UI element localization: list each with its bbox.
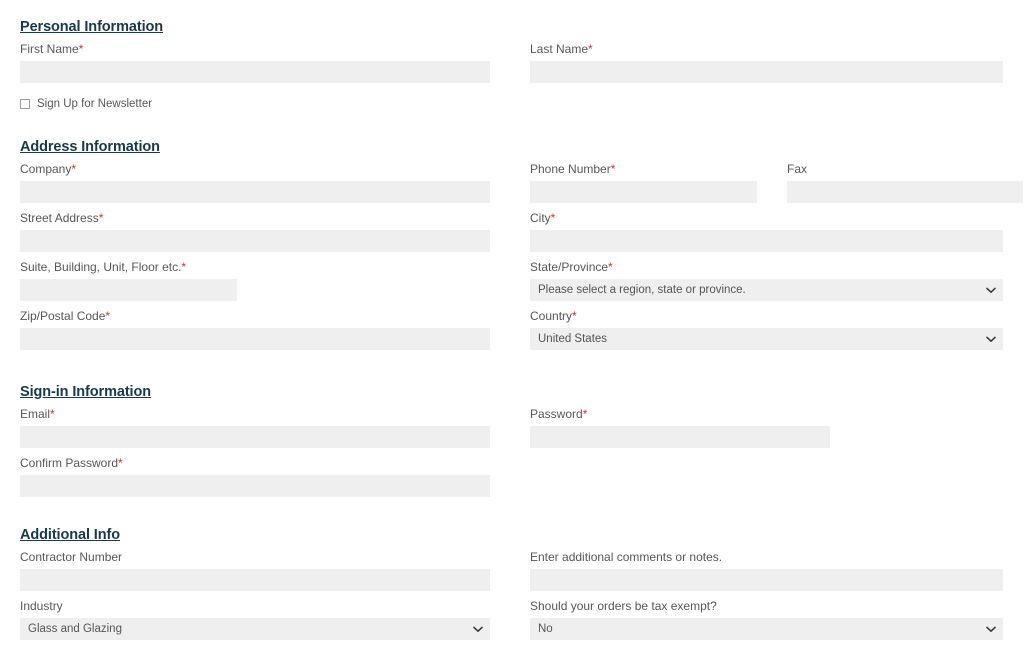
field-fax: Fax xyxy=(787,162,1023,203)
country-select[interactable]: United States xyxy=(530,328,1003,350)
checkbox-icon[interactable] xyxy=(20,99,30,109)
label-suite: Suite, Building, Unit, Floor etc.* xyxy=(20,260,490,275)
field-zip-postal-code: Zip/Postal Code* xyxy=(20,309,490,350)
state-province-select-wrap[interactable]: Please select a region, state or provinc… xyxy=(530,279,1003,301)
tax-exempt-select[interactable]: No xyxy=(530,618,1003,640)
label-city-text: City xyxy=(530,211,551,225)
registration-form: Personal Information First Name* Last Na… xyxy=(0,0,1024,658)
label-confirm-password-text: Confirm Password xyxy=(20,456,119,470)
field-company: Company* xyxy=(20,162,490,203)
comments-input[interactable] xyxy=(530,569,1003,591)
fax-input[interactable] xyxy=(787,181,1023,203)
label-company: Company* xyxy=(20,162,490,177)
required-marker: * xyxy=(71,162,77,176)
contractor-number-input[interactable] xyxy=(20,569,490,591)
section-heading-address-information: Address Information xyxy=(20,139,160,155)
confirm-password-input[interactable] xyxy=(20,475,490,497)
field-last-name: Last Name* xyxy=(530,42,1003,83)
label-country-text: Country xyxy=(530,309,573,323)
field-comments: Enter additional comments or notes. xyxy=(530,550,1003,591)
street-address-input[interactable] xyxy=(20,230,490,252)
required-marker: * xyxy=(98,211,104,225)
email-input[interactable] xyxy=(20,426,490,448)
field-first-name: First Name* xyxy=(20,42,490,83)
field-email: Email* xyxy=(20,407,490,448)
required-marker: * xyxy=(608,260,613,274)
field-password: Password* xyxy=(530,407,830,448)
label-fax: Fax xyxy=(787,162,808,176)
label-street-address-text: Street Address xyxy=(20,211,99,225)
suite-input[interactable] xyxy=(20,279,237,301)
label-city: City* xyxy=(530,211,1003,226)
label-first-name-text: First Name xyxy=(20,42,79,56)
industry-select-wrap[interactable]: Glass and Glazing xyxy=(20,618,490,640)
label-state-province: State/Province* xyxy=(530,260,1003,275)
newsletter-label: Sign Up for Newsletter xyxy=(37,98,153,110)
section-sign-in-information: Sign-in Information Email* Password* Con… xyxy=(20,383,1004,497)
field-contractor-number: Contractor Number xyxy=(20,550,490,591)
field-country: Country* United States xyxy=(530,309,1003,350)
required-marker: * xyxy=(105,309,111,323)
section-additional-info: Additional Info Contractor Number Enter … xyxy=(20,526,1004,640)
required-marker: * xyxy=(78,42,84,56)
city-input[interactable] xyxy=(530,230,1003,252)
field-phone-number: Phone Number* xyxy=(530,162,757,203)
section-personal-information: Personal Information First Name* Last Na… xyxy=(20,18,1004,110)
label-street-address: Street Address* xyxy=(20,211,490,226)
label-suite-text: Suite, Building, Unit, Floor etc. xyxy=(20,260,182,274)
tax-exempt-select-wrap[interactable]: No xyxy=(530,618,1003,640)
section-heading-additional-info: Additional Info xyxy=(20,527,120,543)
field-city: City* xyxy=(530,211,1003,252)
field-suite: Suite, Building, Unit, Floor etc.* xyxy=(20,260,490,301)
required-marker: * xyxy=(550,211,556,225)
state-province-select[interactable]: Please select a region, state or provinc… xyxy=(530,279,1003,301)
label-contractor-number: Contractor Number xyxy=(20,550,123,564)
field-street-address: Street Address* xyxy=(20,211,490,252)
label-company-text: Company xyxy=(20,162,72,176)
label-last-name: Last Name* xyxy=(530,42,1003,57)
required-marker: * xyxy=(50,407,55,421)
field-state-province: State/Province* Please select a region, … xyxy=(530,260,1003,301)
section-address-information: Address Information Company* Phone Numbe… xyxy=(20,138,1023,350)
label-password-text: Password xyxy=(530,407,583,421)
newsletter-checkbox-row[interactable]: Sign Up for Newsletter xyxy=(20,97,1004,111)
required-marker: * xyxy=(572,309,577,323)
label-phone-number-text: Phone Number xyxy=(530,162,611,176)
required-marker: * xyxy=(610,162,616,176)
label-zip-postal-code-text: Zip/Postal Code xyxy=(20,309,106,323)
company-input[interactable] xyxy=(20,181,490,203)
phone-number-input[interactable] xyxy=(530,181,757,203)
label-last-name-text: Last Name xyxy=(530,42,589,56)
label-industry: Industry xyxy=(20,599,63,613)
section-heading-sign-in-information: Sign-in Information xyxy=(20,384,152,400)
label-tax-exempt: Should your orders be tax exempt? xyxy=(530,599,717,613)
country-select-wrap[interactable]: United States xyxy=(530,328,1003,350)
label-phone-number: Phone Number* xyxy=(530,162,757,177)
required-marker: * xyxy=(582,407,588,421)
required-marker: * xyxy=(181,260,187,274)
industry-select[interactable]: Glass and Glazing xyxy=(20,618,490,640)
required-marker: * xyxy=(118,456,123,470)
label-state-province-text: State/Province xyxy=(530,260,609,274)
first-name-input[interactable] xyxy=(20,61,490,83)
section-heading-personal-information: Personal Information xyxy=(20,19,164,35)
field-industry: Industry Glass and Glazing xyxy=(20,599,490,640)
row-newsletter: Sign Up for Newsletter xyxy=(20,97,1004,111)
password-input[interactable] xyxy=(530,426,830,448)
label-password: Password* xyxy=(530,407,830,422)
zip-postal-code-input[interactable] xyxy=(20,328,490,350)
label-email: Email* xyxy=(20,407,490,422)
last-name-input[interactable] xyxy=(530,61,1003,83)
required-marker: * xyxy=(588,42,593,56)
label-zip-postal-code: Zip/Postal Code* xyxy=(20,309,490,324)
label-comments: Enter additional comments or notes. xyxy=(530,550,723,564)
label-confirm-password: Confirm Password* xyxy=(20,456,490,471)
field-tax-exempt: Should your orders be tax exempt? No xyxy=(530,599,1003,640)
label-country: Country* xyxy=(530,309,1003,324)
label-first-name: First Name* xyxy=(20,42,490,57)
field-confirm-password: Confirm Password* xyxy=(20,456,490,497)
label-email-text: Email xyxy=(20,407,51,421)
